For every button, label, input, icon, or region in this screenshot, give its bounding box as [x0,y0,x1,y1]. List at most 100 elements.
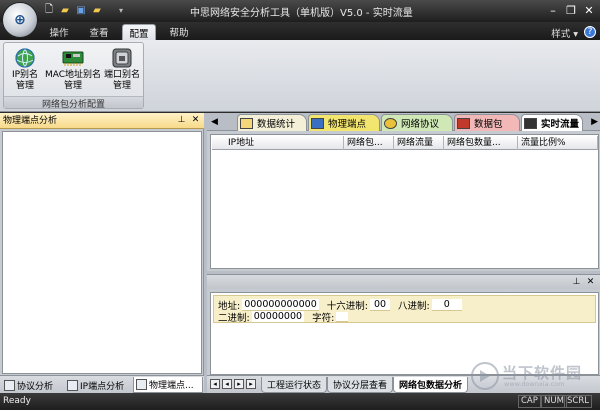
folder-icon[interactable]: ▰ [90,4,104,17]
tab-packet-data-analysis[interactable]: 网络包数据分析 [393,377,469,393]
traffic-table[interactable]: IP地址 网络包... 网络流量 网络包数量... 流量比例% [210,134,599,269]
tab-label: 网络协议 [401,119,440,130]
document-area: ◀ 数据统计 物理端点 网络协议 数据包 实时流量 ▶ IP地址 网络包... … [207,113,600,271]
watermark-url: www.downxia.com [504,380,565,388]
tab-operation[interactable]: 操作 [44,24,74,40]
tab-network-protocol[interactable]: 网络协议 [381,114,453,131]
column-packets[interactable]: 网络包... [344,136,394,150]
next-tab-icon[interactable]: ▸ [234,379,244,389]
prev-tab-icon[interactable]: ◂ [222,379,232,389]
left-panel-tabs: 协议分析 IP端点分析 物理端点... [0,375,204,393]
tab-protocol-analysis[interactable]: 协议分析 [2,377,62,393]
style-label: 样式 [551,29,571,40]
first-tab-icon[interactable]: ◂ [210,379,220,389]
mac-alias-label-line2: 管理 [63,81,82,91]
hex-value: 00 [369,299,391,311]
inspector-row-2: 二进制: 00000000 字符: [218,310,350,324]
customize-toolbar-icon[interactable]: ▾ [114,4,128,17]
ip-alias-label-line1: IP别名 [11,70,39,80]
bin-label: 二进制: [218,313,250,324]
tab-label: 数据统计 [257,119,296,130]
folder-icon [240,117,253,129]
pin-icon[interactable]: ⊥ [176,115,187,126]
physical-endpoint-icon [311,117,324,129]
traffic-icon [524,117,537,129]
document-tab-bar: ◀ 数据统计 物理端点 网络协议 数据包 实时流量 ▶ [207,113,600,131]
tab-data-statistics[interactable]: 数据统计 [237,114,307,131]
watermark-logo-icon [471,362,499,390]
maximize-button[interactable]: ❐ [562,2,580,18]
column-traffic[interactable]: 网络流量 [394,136,444,150]
physical-endpoint-panel: 物理端点分析 ⊥ ✕ 协议分析 IP端点分析 物理端点... [0,113,204,393]
protocol-icon [384,117,397,129]
column-packet-count[interactable]: 网络包数量... [444,136,518,150]
tab-physical-endpoint-analysis[interactable]: 物理端点... [133,377,203,393]
ip-alias-button[interactable]: IP别名 管理 [4,45,46,97]
port-alias-label-line2: 管理 [112,81,131,91]
tab-label: 物理端点... [149,381,194,391]
tab-physical-endpoint[interactable]: 物理端点 [308,114,380,131]
close-icon[interactable]: ✕ [585,277,596,288]
panel-header: ⊥ ✕ [207,275,600,289]
window-title: 中思网络安全分析工具（单机版）V5.0 - 实时流量 [190,8,413,19]
open-folder-icon[interactable]: ▰ [58,4,72,17]
status-bar: Ready CAP NUM SCRL [0,393,600,410]
packet-analysis-config-group: IP别名 管理 MAC地址别名 管理 端口别名 管理 网络包分析配置 [3,42,144,110]
minimize-button[interactable]: – [544,2,562,18]
last-tab-icon[interactable]: ▸ [246,379,256,389]
style-menu[interactable]: 样式 ▾ [551,26,578,40]
panel-title: 物理端点分析 [3,116,58,126]
caps-lock-indicator: CAP [518,395,541,408]
title-bar: 🗋 ▰ ▣ ▰ ▾ 中思网络安全分析工具（单机版）V5.0 - 实时流量 – ❐… [0,0,600,22]
ribbon-group-label: 网络包分析配置 [4,96,143,110]
packet-icon [457,117,470,129]
tab-scroll-left-icon[interactable]: ◀ [211,117,218,127]
close-icon[interactable]: ✕ [190,115,201,126]
mac-alias-button[interactable]: MAC地址别名 管理 [45,45,101,97]
tab-ip-endpoint-analysis[interactable]: IP端点分析 [65,377,131,393]
network-card-icon [61,47,85,69]
endpoint-tree[interactable] [2,131,202,374]
tab-label: 物理端点 [328,119,367,130]
pin-icon[interactable]: ⊥ [571,277,582,288]
help-icon[interactable]: ? [584,26,596,38]
tab-label: 实时流量 [541,119,580,130]
status-text: Ready [3,396,31,406]
new-file-icon[interactable]: 🗋 [42,4,56,17]
oct-label: 八进制: [398,301,430,312]
app-menu-button[interactable]: ⊕ [2,2,38,38]
table-header: IP地址 网络包... 网络流量 网络包数量... 流量比例% [212,136,598,150]
tab-scroll-right-icon[interactable]: ▶ [591,117,598,127]
panel-header: 物理端点分析 ⊥ ✕ [0,113,204,129]
ip-endpoint-icon [67,379,78,391]
port-alias-button[interactable]: 端口别名 管理 [101,45,143,97]
watermark: 当下软件园 www.downxia.com [468,360,600,392]
port-icon [110,47,134,69]
scroll-lock-indicator: SCRL [564,395,592,408]
tab-help[interactable]: 帮助 [164,24,194,40]
tab-config[interactable]: 配置 [122,24,156,40]
char-label: 字符: [312,313,335,324]
tab-label: IP端点分析 [80,381,125,392]
tab-protocol-layers[interactable]: 协议分层查看 [327,377,394,393]
column-ip-address[interactable]: IP地址 [212,136,344,150]
port-alias-label-line1: 端口别名 [103,70,140,80]
close-button[interactable]: ✕ [580,2,598,18]
protocol-icon [4,379,15,391]
ribbon-tab-bar: 操作 查看 配置 帮助 样式 ▾ ? [0,22,600,40]
tab-project-status[interactable]: 工程运行状态 [261,377,328,393]
physical-endpoint-icon [136,379,147,390]
value-inspector: 地址: 000000000000 十六进制: 00 八进制: 0 二进制: 00… [213,295,596,324]
column-traffic-ratio[interactable]: 流量比例% [518,136,598,150]
save-icon[interactable]: ▣ [74,4,88,17]
bin-value: 00000000 [251,311,305,323]
tab-packets[interactable]: 数据包 [454,114,520,131]
ip-alias-label-line2: 管理 [15,81,34,91]
oct-value: 0 [431,299,462,311]
workspace: 物理端点分析 ⊥ ✕ 协议分析 IP端点分析 物理端点... ◀ 数据统计 物理… [0,113,600,393]
tab-label: 协议分析 [17,381,54,392]
ribbon-panel: IP别名 管理 MAC地址别名 管理 端口别名 管理 网络包分析配置 [0,40,600,112]
char-value [336,312,349,322]
tab-view[interactable]: 查看 [84,24,114,40]
tab-realtime-traffic[interactable]: 实时流量 [521,114,583,131]
